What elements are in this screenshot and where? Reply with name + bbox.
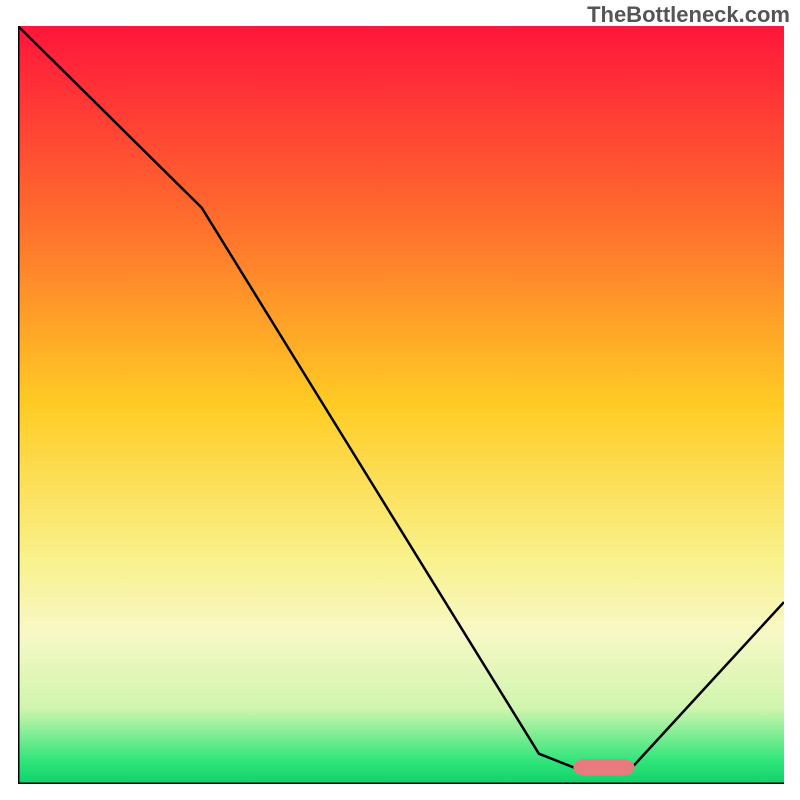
chart-plot-area bbox=[18, 26, 784, 784]
optimal-marker bbox=[573, 759, 634, 776]
chart-marker bbox=[573, 759, 634, 776]
bottleneck-chart bbox=[18, 26, 784, 784]
watermark-text: TheBottleneck.com bbox=[587, 2, 790, 28]
